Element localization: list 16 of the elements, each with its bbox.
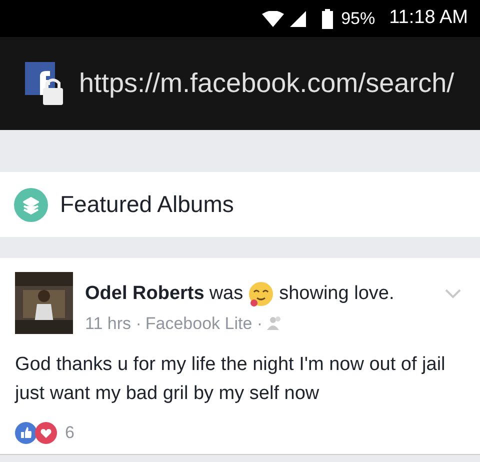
battery-icon bbox=[322, 8, 334, 28]
friends-icon bbox=[266, 316, 283, 330]
activity-text: was bbox=[209, 282, 244, 306]
wifi-icon bbox=[262, 10, 284, 26]
clock: 11:18 AM bbox=[389, 6, 468, 30]
activity-text: showing love. bbox=[279, 282, 394, 306]
layers-icon bbox=[14, 188, 48, 222]
section-title[interactable]: Featured Albums bbox=[60, 187, 234, 222]
post-text: God thanks u for my life the night I'm now out of jail just want my bad gril by my self now bbox=[15, 353, 446, 406]
author-name-link[interactable]: Odel Roberts bbox=[85, 280, 204, 308]
love-icon[interactable] bbox=[35, 422, 57, 444]
signal-icon bbox=[290, 10, 306, 26]
post-source: Facebook Lite · bbox=[145, 312, 263, 334]
battery-percentage: 95% bbox=[341, 8, 376, 30]
like-icon[interactable] bbox=[15, 422, 37, 444]
blushing-emoji-icon bbox=[248, 281, 274, 308]
